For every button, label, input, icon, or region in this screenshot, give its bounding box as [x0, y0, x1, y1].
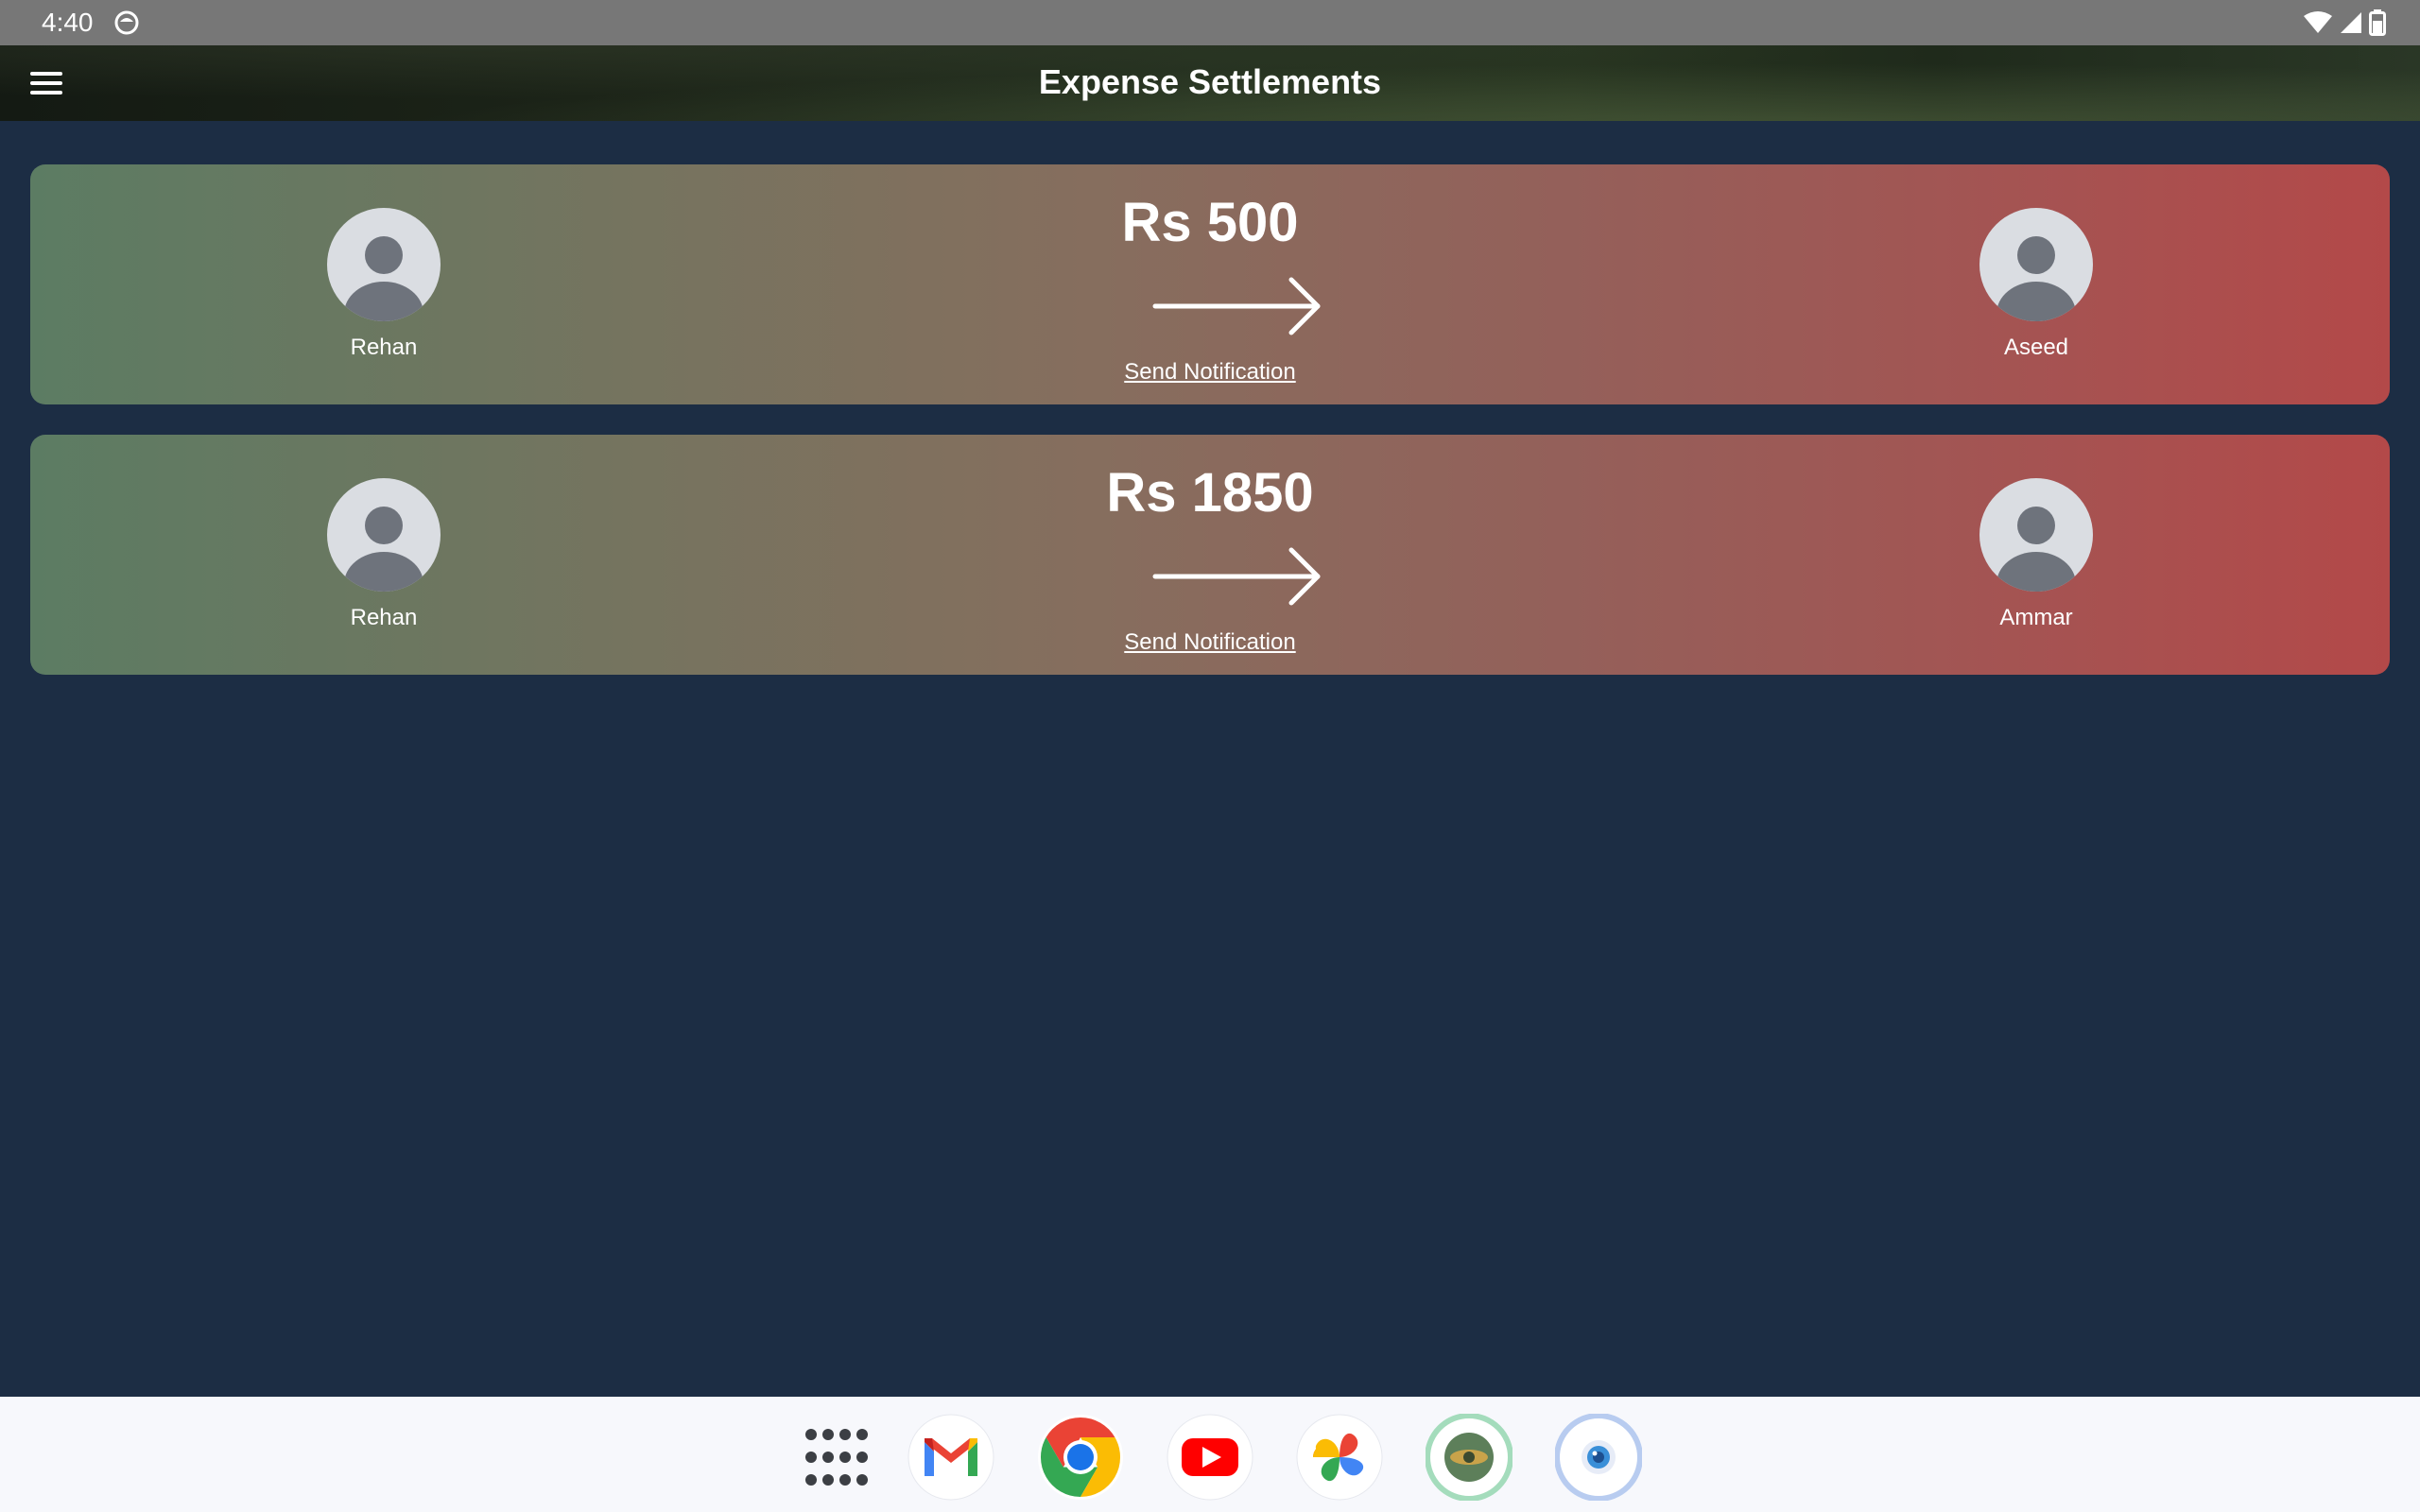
- payer-name: Rehan: [350, 335, 418, 360]
- payee-avatar-icon: [1979, 478, 2093, 592]
- gmail-icon[interactable]: [908, 1414, 994, 1501]
- settlement-card: Rehan Rs 1850 Send Notification Ammar: [30, 435, 2390, 675]
- notification-app-icon: [114, 10, 139, 35]
- payee-avatar-icon: [1979, 208, 2093, 321]
- payer-name: Rehan: [350, 605, 418, 630]
- page-title: Expense Settlements: [1038, 62, 1382, 101]
- photos-icon[interactable]: [1296, 1414, 1383, 1501]
- status-bar: 4:40: [0, 0, 2420, 45]
- battery-icon: [2369, 9, 2386, 36]
- send-notification-link[interactable]: Send Notification: [30, 629, 2390, 656]
- status-time: 4:40: [42, 8, 94, 37]
- camera-app-icon[interactable]: [1555, 1414, 1642, 1501]
- signal-icon: [2341, 12, 2361, 33]
- game-app-icon[interactable]: [1426, 1414, 1512, 1501]
- chrome-icon[interactable]: [1037, 1414, 1124, 1501]
- arrow-right-icon: [1152, 547, 1321, 606]
- app-dock: [0, 1397, 2420, 1512]
- wifi-icon: [2304, 11, 2332, 33]
- youtube-icon[interactable]: [1167, 1414, 1253, 1501]
- settlement-card: Rehan Rs 500 Send Notification Aseed: [30, 164, 2390, 404]
- payee-name: Aseed: [2003, 335, 2069, 360]
- payee-name: Ammar: [1999, 605, 2073, 630]
- arrow-right-icon: [1152, 277, 1321, 335]
- apps-grid-icon[interactable]: [790, 1414, 877, 1501]
- send-notification-link[interactable]: Send Notification: [30, 359, 2390, 386]
- status-icons: [2303, 9, 2386, 36]
